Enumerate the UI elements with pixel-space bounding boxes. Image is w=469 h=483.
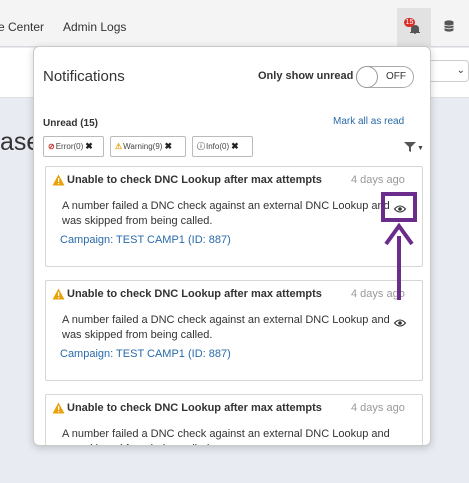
close-icon[interactable]: ✖ <box>231 141 239 151</box>
database-icon[interactable] <box>444 20 454 32</box>
mark-all-read-link[interactable]: Mark all as read <box>333 116 404 127</box>
top-nav: e Center Admin Logs 15 <box>0 0 469 47</box>
panel-title: Notifications <box>43 68 125 85</box>
eye-icon[interactable] <box>394 319 406 327</box>
warning-icon <box>52 288 65 300</box>
nav-link-center[interactable]: e Center <box>0 20 44 34</box>
filter-chip-info[interactable]: ⓘInfo(0) ✖ <box>192 136 253 157</box>
unread-count: Unread (15) <box>43 118 99 129</box>
warning-icon: ⚠ <box>115 142 123 151</box>
annotation-highlight-box <box>381 192 417 222</box>
notification-title: Unable to check DNC Lookup after max att… <box>67 288 322 300</box>
error-icon: ⊘ <box>48 142 55 151</box>
nav-link-admin-logs[interactable]: Admin Logs <box>63 20 126 34</box>
notification-body: A number failed a DNC check against an e… <box>62 314 390 341</box>
notification-count-badge: 15 <box>404 18 415 27</box>
notification-time: 4 days ago <box>351 174 405 186</box>
warning-icon <box>52 402 65 414</box>
notification-time: 4 days ago <box>351 402 405 414</box>
filter-chip-label: Error(0) <box>55 142 84 151</box>
notifications-panel: Notifications Only show unread OFF Unrea… <box>33 46 431 446</box>
notifications-button[interactable]: 15 <box>397 8 431 47</box>
notification-card: Unable to check DNC Lookup after max att… <box>45 394 423 445</box>
notification-body: A number failed a DNC check against an e… <box>62 200 390 227</box>
filter-chip-label: Warning(9) <box>123 142 163 151</box>
filter-icon[interactable] <box>404 142 416 152</box>
notification-title: Unable to check DNC Lookup after max att… <box>67 174 322 186</box>
filter-chip-warning[interactable]: ⚠Warning(9) ✖ <box>110 136 186 157</box>
caret-down-icon[interactable]: ▼ <box>417 145 424 152</box>
toggle-state-text: OFF <box>386 71 406 82</box>
filter-chip-error[interactable]: ⊘Error(0) ✖ <box>43 136 104 157</box>
only-unread-toggle[interactable]: OFF <box>356 66 414 88</box>
close-icon[interactable]: ✖ <box>164 141 172 151</box>
toggle-knob <box>356 66 378 88</box>
notification-title: Unable to check DNC Lookup after max att… <box>67 402 322 414</box>
chevron-down-icon: ⌄ <box>456 65 465 76</box>
notification-card: Unable to check DNC Lookup after max att… <box>45 166 423 267</box>
warning-icon <box>52 174 65 186</box>
background-select[interactable]: ⌄ <box>425 60 469 82</box>
annotation-arrow <box>384 222 414 300</box>
filter-chip-label: Info(0) <box>206 142 230 151</box>
info-icon: ⓘ <box>197 142 205 151</box>
campaign-link[interactable]: Campaign: TEST CAMP1 (ID: 887) <box>60 234 231 246</box>
notification-body: A number failed a DNC check against an e… <box>62 428 390 445</box>
campaign-link[interactable]: Campaign: TEST CAMP1 (ID: 887) <box>60 348 231 360</box>
notification-card: Unable to check DNC Lookup after max att… <box>45 280 423 381</box>
only-unread-label: Only show unread <box>258 70 354 82</box>
close-icon[interactable]: ✖ <box>85 141 93 151</box>
